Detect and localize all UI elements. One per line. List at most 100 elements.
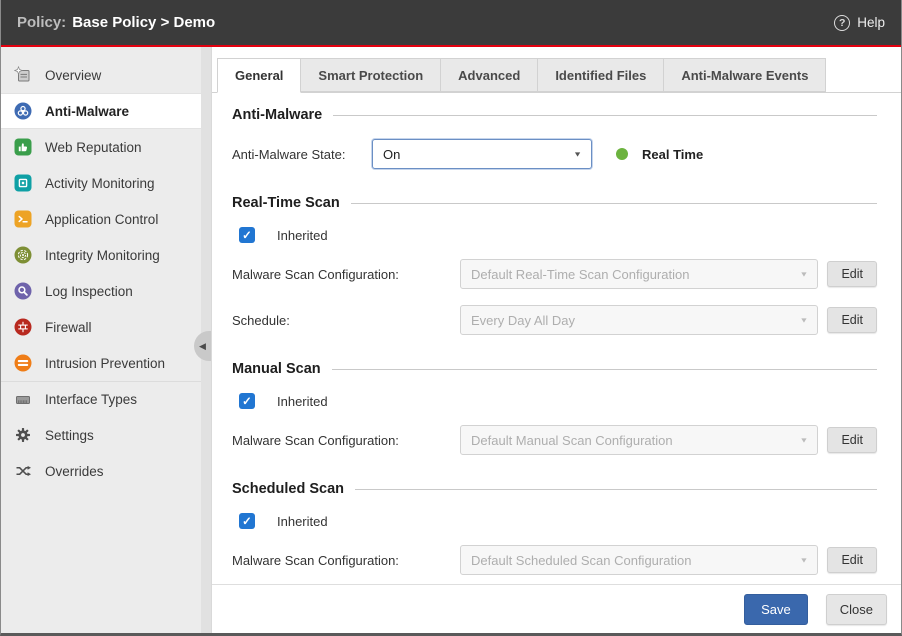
chevron-down-icon: ▼: [800, 270, 809, 278]
anti-malware-state-value: On: [383, 147, 400, 162]
schedule-label: Schedule:: [232, 313, 460, 328]
tab-smart-protection[interactable]: Smart Protection: [300, 58, 441, 92]
sidebar-item-label: Integrity Monitoring: [45, 248, 160, 263]
header-bar: Policy: Base Policy > Demo Help: [1, 0, 901, 45]
inherited-label: Inherited: [277, 228, 328, 243]
real-time-config-edit-button[interactable]: Edit: [827, 261, 877, 287]
scheduled-inherited-checkbox[interactable]: [239, 513, 255, 529]
page-title: Policy: Base Policy > Demo: [17, 14, 215, 31]
interface-types-icon: [14, 391, 32, 409]
section-rule: [351, 203, 877, 204]
sidebar-item-application-control[interactable]: Application Control: [1, 201, 201, 237]
sidebar-item-label: Firewall: [45, 320, 92, 335]
sidebar-item-label: Web Reputation: [45, 140, 142, 155]
anti-malware-state-label: Anti-Malware State:: [232, 147, 372, 162]
settings-icon: [14, 426, 32, 444]
overview-icon: [14, 66, 32, 84]
scheduled-config-row: Malware Scan Configuration: Default Sche…: [232, 545, 877, 575]
section-title: Real-Time Scan: [232, 195, 340, 211]
sidebar-item-overrides[interactable]: Overrides: [1, 453, 201, 489]
anti-malware-state-select[interactable]: On ▼: [372, 139, 592, 169]
web-reputation-icon: [14, 138, 32, 156]
manual-inherited-checkbox[interactable]: [239, 393, 255, 409]
main-content: General Smart Protection Advanced Identi…: [211, 47, 901, 633]
status-label: Real Time: [642, 147, 703, 162]
section-scheduled-scan: Scheduled Scan: [232, 481, 877, 497]
inherited-label: Inherited: [277, 394, 328, 409]
help-label: Help: [857, 15, 885, 30]
sidebar: Overview Anti-Malware Web Repu: [1, 47, 201, 633]
schedule-select: Every Day All Day ▼: [460, 305, 818, 335]
manual-config-value: Default Manual Scan Configuration: [471, 433, 673, 448]
sidebar-item-firewall[interactable]: Firewall: [1, 309, 201, 345]
sidebar-item-activity-monitoring[interactable]: Activity Monitoring: [1, 165, 201, 201]
intrusion-prevention-icon: [14, 354, 32, 372]
scheduled-config-edit-button[interactable]: Edit: [827, 547, 877, 573]
sidebar-item-label: Anti-Malware: [45, 104, 129, 119]
firewall-icon: [14, 318, 32, 336]
overrides-icon: [14, 462, 32, 480]
chevron-down-icon: ▼: [800, 556, 809, 564]
title-path: Base Policy > Demo: [72, 14, 215, 31]
sidebar-item-log-inspection[interactable]: Log Inspection: [1, 273, 201, 309]
close-button[interactable]: Close: [826, 594, 887, 625]
tab-advanced[interactable]: Advanced: [440, 58, 538, 92]
inherited-label: Inherited: [277, 514, 328, 529]
sidebar-item-integrity-monitoring[interactable]: Integrity Monitoring: [1, 237, 201, 273]
scheduled-config-select: Default Scheduled Scan Configuration ▼: [460, 545, 818, 575]
sidebar-item-label: Intrusion Prevention: [45, 356, 165, 371]
sidebar-item-interface-types[interactable]: Interface Types: [1, 381, 201, 417]
activity-monitoring-icon: [14, 174, 32, 192]
chevron-down-icon: ▼: [800, 436, 809, 444]
malware-scan-config-label: Malware Scan Configuration:: [232, 553, 460, 568]
section-rule: [332, 369, 877, 370]
real-time-schedule-row: Schedule: Every Day All Day ▼ Edit: [232, 305, 877, 335]
real-time-config-row: Malware Scan Configuration: Default Real…: [232, 259, 877, 289]
schedule-value: Every Day All Day: [471, 313, 575, 328]
manual-inherited-row: Inherited: [239, 393, 877, 409]
help-button[interactable]: Help: [834, 15, 885, 31]
sidebar-item-label: Interface Types: [45, 392, 137, 407]
tab-identified-files[interactable]: Identified Files: [537, 58, 664, 92]
section-title: Scheduled Scan: [232, 481, 344, 497]
tab-anti-malware-events[interactable]: Anti-Malware Events: [663, 58, 826, 92]
help-icon: [834, 15, 850, 31]
manual-config-edit-button[interactable]: Edit: [827, 427, 877, 453]
settings-panel: Anti-Malware Anti-Malware State: On ▼ Re…: [212, 93, 901, 584]
real-time-inherited-row: Inherited: [239, 227, 877, 243]
manual-config-row: Malware Scan Configuration: Default Manu…: [232, 425, 877, 455]
real-time-config-value: Default Real-Time Scan Configuration: [471, 267, 689, 282]
scheduled-config-value: Default Scheduled Scan Configuration: [471, 553, 691, 568]
section-rule: [355, 489, 877, 490]
section-title: Anti-Malware: [232, 107, 322, 123]
title-prefix: Policy:: [17, 14, 66, 31]
log-inspection-icon: [14, 282, 32, 300]
tab-bar: General Smart Protection Advanced Identi…: [212, 58, 901, 93]
anti-malware-icon: [14, 102, 32, 120]
scheduled-inherited-row: Inherited: [239, 513, 877, 529]
save-button[interactable]: Save: [744, 594, 808, 625]
schedule-edit-button[interactable]: Edit: [827, 307, 877, 333]
section-real-time-scan: Real-Time Scan: [232, 195, 877, 211]
sidebar-item-label: Overview: [45, 68, 101, 83]
chevron-down-icon: ▼: [800, 316, 809, 324]
sidebar-item-web-reputation[interactable]: Web Reputation: [1, 129, 201, 165]
footer-bar: Save Close: [212, 584, 901, 633]
sidebar-item-settings[interactable]: Settings: [1, 417, 201, 453]
sidebar-item-anti-malware[interactable]: Anti-Malware: [1, 93, 201, 129]
real-time-inherited-checkbox[interactable]: [239, 227, 255, 243]
section-rule: [333, 115, 877, 116]
real-time-config-select: Default Real-Time Scan Configuration ▼: [460, 259, 818, 289]
malware-scan-config-label: Malware Scan Configuration:: [232, 433, 460, 448]
chevron-down-icon: ▼: [573, 150, 582, 158]
section-manual-scan: Manual Scan: [232, 361, 877, 377]
malware-scan-config-label: Malware Scan Configuration:: [232, 267, 460, 282]
status-dot: [616, 148, 628, 160]
policy-editor-window: Policy: Base Policy > Demo Help Overview: [0, 0, 902, 636]
sidebar-item-label: Log Inspection: [45, 284, 133, 299]
tab-general[interactable]: General: [217, 58, 301, 93]
sidebar-item-overview[interactable]: Overview: [1, 57, 201, 93]
sidebar-item-label: Overrides: [45, 464, 104, 479]
section-title: Manual Scan: [232, 361, 321, 377]
sidebar-item-intrusion-prevention[interactable]: Intrusion Prevention: [1, 345, 201, 381]
